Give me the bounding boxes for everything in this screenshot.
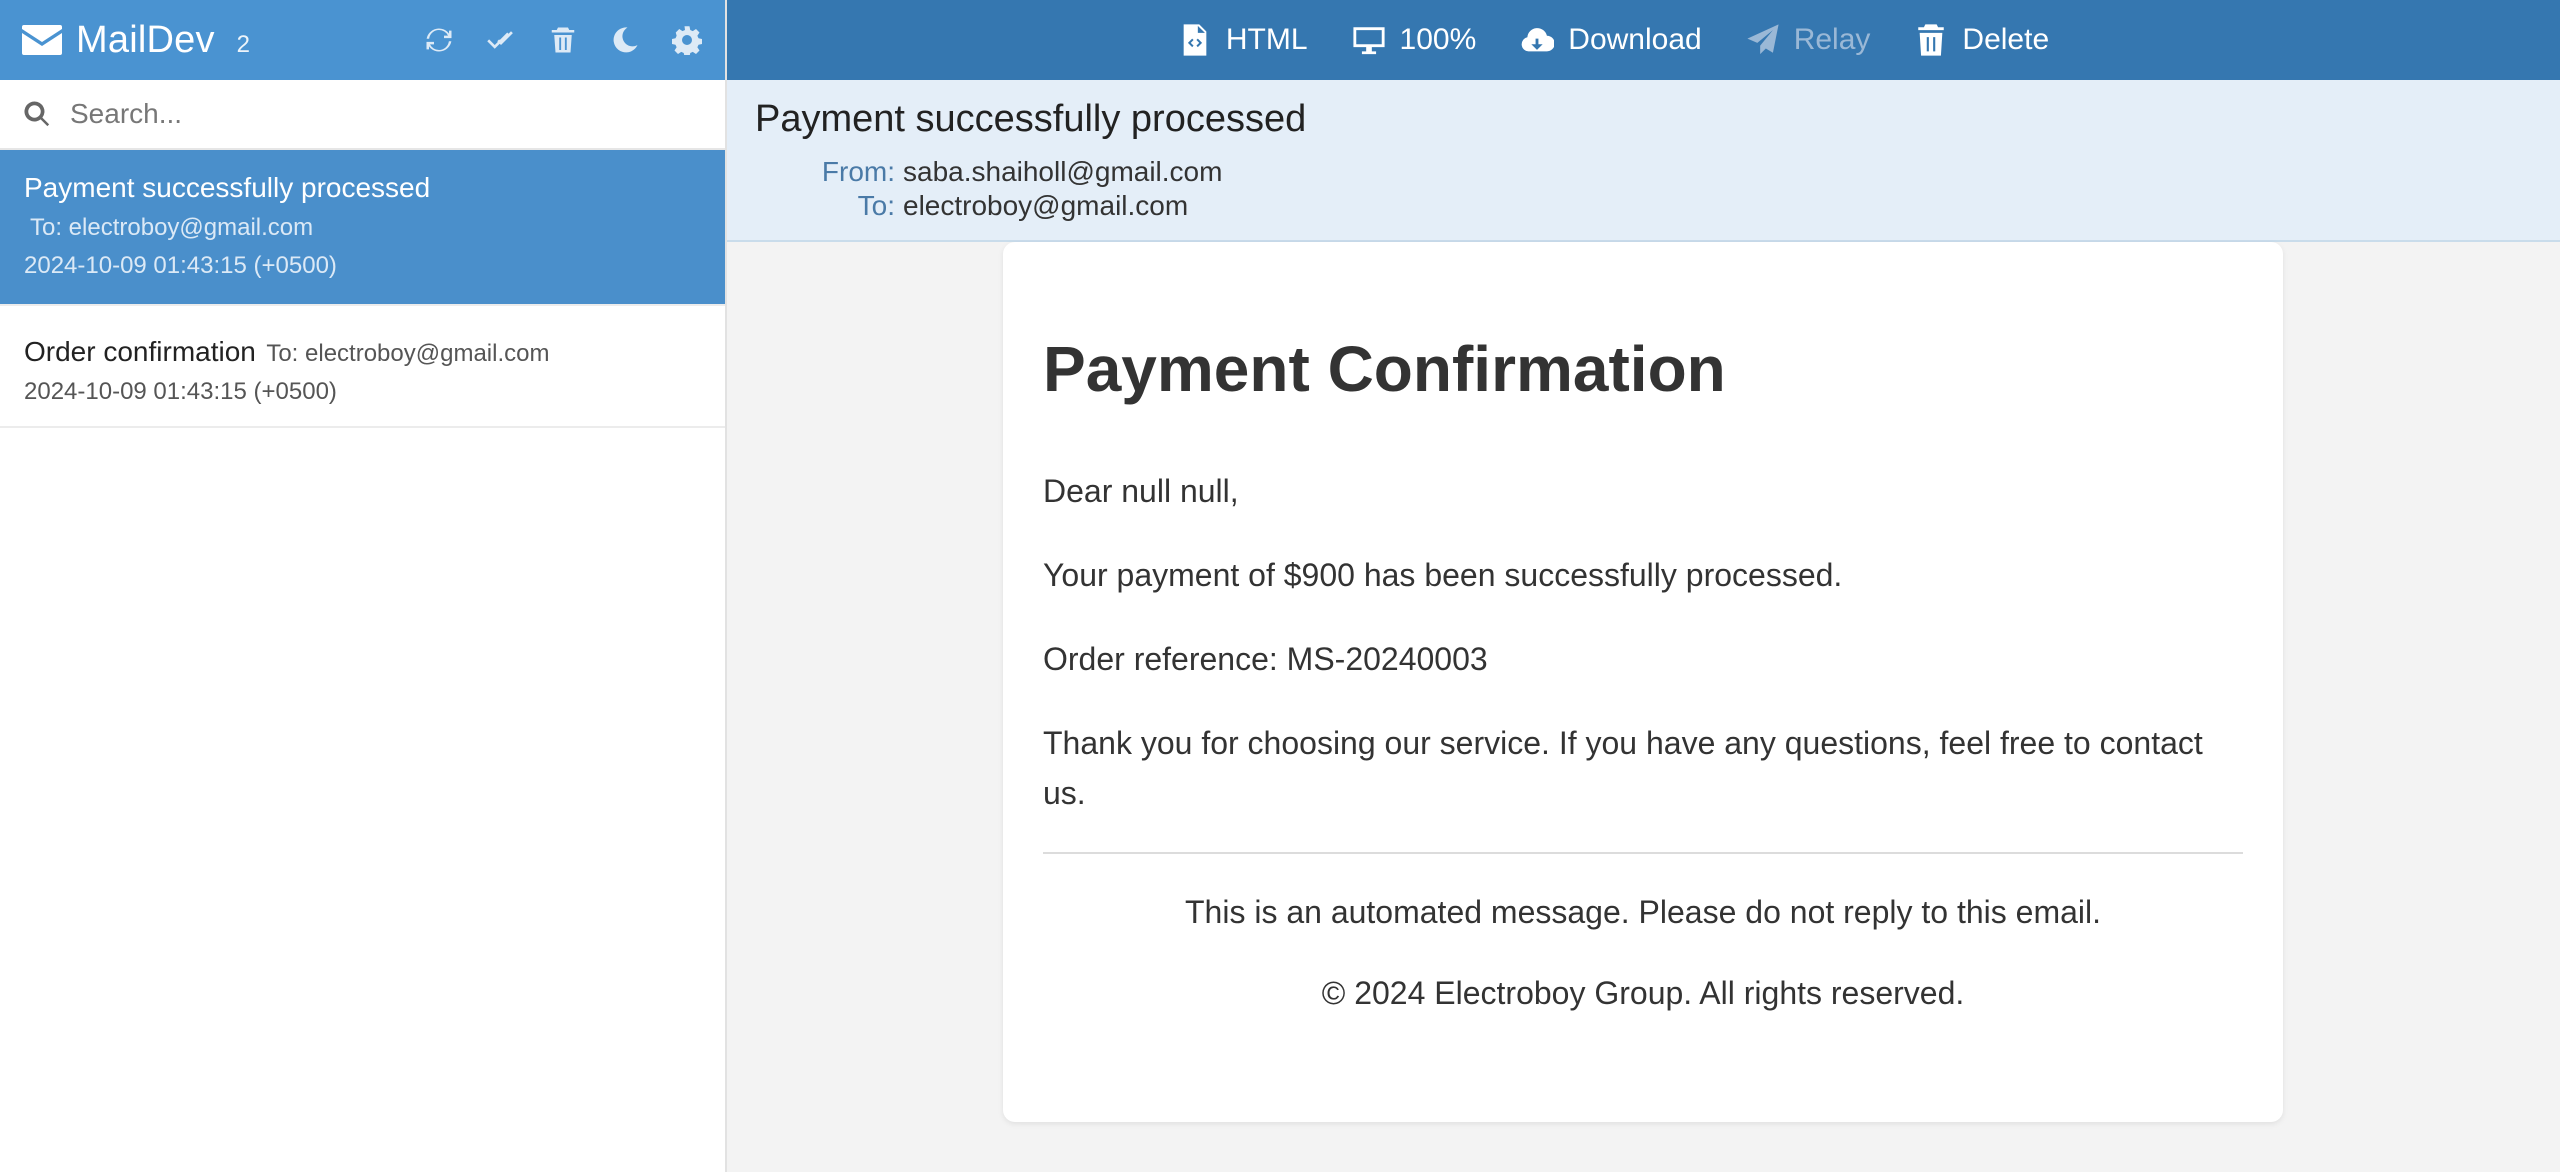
message-date: 2024-10-09 01:43:15 (+0500)	[24, 252, 337, 279]
delete-all-button[interactable]	[547, 24, 579, 56]
thank-you-text: Thank you for choosing our service. If y…	[1043, 725, 2203, 811]
relay-button[interactable]: Relay	[1746, 23, 1871, 57]
automated-notice: This is an automated message. Please do …	[1184, 894, 2102, 930]
email-preview: Payment Confirmation Dear null null, You…	[727, 242, 2560, 1172]
copyright-text: © 2024 Electroboy Group. All rights rese…	[1321, 975, 1965, 1011]
relay-label: Relay	[1793, 23, 1871, 56]
zoom-label: 100%	[1399, 23, 1477, 56]
double-check-icon	[487, 31, 513, 49]
cloud-download-icon	[1521, 28, 1555, 52]
email-header: Payment successfully processed From: sab…	[727, 80, 2560, 242]
download-button[interactable]: Download	[1520, 23, 1702, 57]
sidebar-actions	[423, 24, 703, 56]
delete-button[interactable]: Delete	[1914, 23, 2049, 57]
from-label: From:	[821, 156, 895, 187]
to-row: To: electroboy@gmail.com	[755, 189, 2532, 223]
mark-all-read-button[interactable]	[485, 24, 517, 56]
maildev-app: MailDev 2 Search... Payment successfully…	[0, 0, 2560, 1172]
moon-icon	[613, 27, 638, 53]
message-item[interactable]: Order confirmation To: electroboy@gmail.…	[0, 306, 725, 428]
gear-icon	[672, 26, 702, 55]
download-label: Download	[1568, 23, 1702, 56]
from-row: From: saba.shaiholl@gmail.com	[755, 155, 2532, 189]
monitor-icon	[1352, 27, 1385, 55]
trash-icon	[1918, 24, 1945, 56]
search-bar	[0, 80, 725, 150]
envelope-icon	[22, 25, 62, 55]
divider	[1043, 852, 2243, 854]
message-date: 2024-10-09 01:43:15 (+0500)	[24, 378, 337, 405]
paper-plane-icon	[1747, 24, 1779, 55]
html-view-button[interactable]: HTML	[1178, 23, 1308, 57]
sidebar: MailDev 2 Search... Payment successfully…	[0, 0, 727, 1172]
settings-button[interactable]	[671, 24, 703, 56]
greeting-text: Dear null null,	[1043, 473, 1239, 509]
message-subject: Payment successfully processed	[24, 172, 431, 203]
message-item-selected[interactable]: Payment successfully processed To: elect…	[0, 150, 725, 306]
sidebar-header: MailDev 2	[0, 0, 725, 80]
order-reference-text: Order reference: MS-20240003	[1043, 641, 1488, 677]
to-address: electroboy@gmail.com	[903, 190, 1189, 221]
message-recipient: To: electroboy@gmail.com	[266, 340, 550, 367]
brand-title: MailDev	[76, 18, 215, 61]
email-subject: Payment successfully processed	[755, 98, 1307, 140]
message-recipient: To: electroboy@gmail.com	[30, 214, 314, 241]
from-address: saba.shaiholl@gmail.com	[903, 156, 1223, 187]
message-list: Payment successfully processed To: elect…	[0, 150, 725, 428]
to-label: To:	[857, 190, 895, 221]
html-label: HTML	[1225, 23, 1308, 56]
refresh-button[interactable]	[423, 24, 455, 56]
refresh-icon	[426, 28, 452, 52]
trash-icon	[551, 27, 575, 53]
search-icon	[24, 101, 50, 127]
message-subject: Order confirmation	[24, 336, 256, 367]
brand: MailDev 2	[22, 19, 250, 62]
delete-label: Delete	[1962, 23, 2050, 56]
main-panel: HTML 100% Download Relay Delete Payment …	[727, 0, 2560, 1172]
dark-mode-toggle[interactable]	[609, 24, 641, 56]
message-count: 2	[236, 31, 251, 58]
payment-text: Your payment of $900 has been successful…	[1043, 557, 1843, 593]
email-toolbar: HTML 100% Download Relay Delete	[727, 0, 2560, 80]
email-body-card: Payment Confirmation Dear null null, You…	[1003, 242, 2283, 1122]
code-file-icon	[1183, 24, 1207, 56]
email-heading: Payment Confirmation	[1043, 333, 1726, 405]
zoom-button[interactable]: 100%	[1352, 23, 1477, 57]
search-input[interactable]	[70, 98, 670, 130]
